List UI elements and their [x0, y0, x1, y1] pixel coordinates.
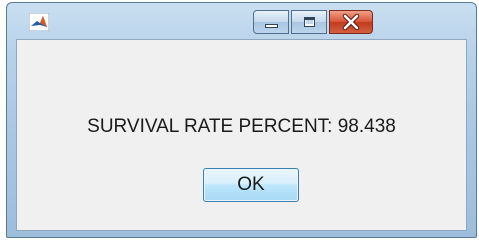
dialog-content: SURVIVAL RATE PERCENT: 98.438 OK	[16, 39, 467, 231]
minimize-icon	[265, 24, 278, 28]
dialog-window: SURVIVAL RATE PERCENT: 98.438 OK	[6, 2, 477, 238]
close-button[interactable]	[329, 10, 373, 34]
message-text: SURVIVAL RATE PERCENT: 98.438	[87, 116, 396, 137]
close-icon	[330, 11, 372, 33]
matlab-icon[interactable]	[28, 12, 50, 32]
maximize-button[interactable]	[291, 10, 327, 34]
title-bar[interactable]	[7, 3, 476, 39]
ok-button[interactable]: OK	[203, 168, 299, 202]
minimize-button[interactable]	[253, 10, 289, 34]
maximize-icon	[304, 17, 315, 27]
